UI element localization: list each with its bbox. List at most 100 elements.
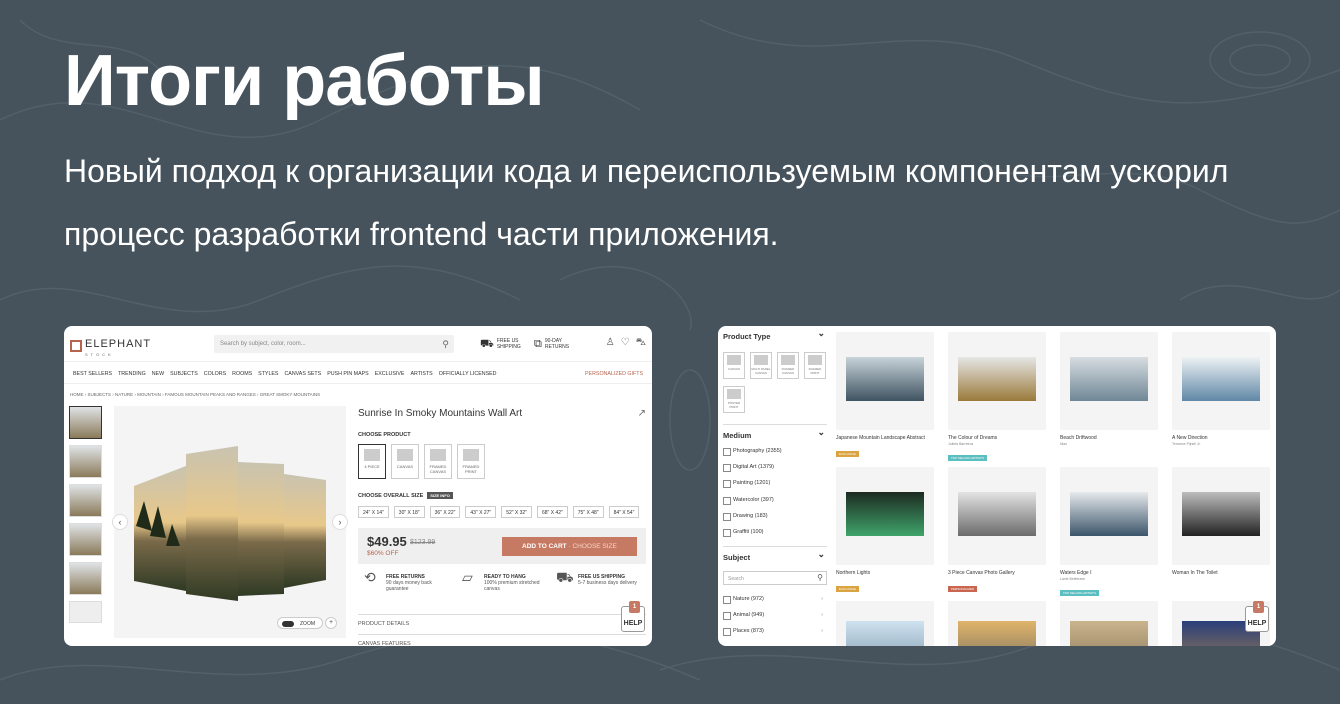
option-4-piece[interactable]: 4 PIECE	[358, 444, 386, 479]
medium-checkbox[interactable]: Painting (1201)	[723, 480, 827, 488]
product-card-title[interactable]: Beach Driftwood	[1060, 435, 1158, 441]
help-button[interactable]: 1 HELP	[621, 601, 645, 632]
option-framed-canvas[interactable]: FRAMED CANVAS	[424, 444, 452, 479]
help-button[interactable]: 1 HELP	[1245, 601, 1269, 632]
product-card[interactable]	[836, 601, 934, 646]
add-to-cart-button[interactable]: ADD TO CART · CHOOSE SIZE	[502, 537, 637, 556]
nav-item[interactable]: CANVAS SETS	[284, 371, 321, 377]
zoom-in-icon[interactable]: +	[325, 617, 337, 629]
nav-item[interactable]: BEST SELLERS	[73, 371, 112, 377]
thumbnail[interactable]	[69, 484, 102, 517]
search-icon[interactable]: ⚲	[817, 573, 823, 582]
subject-checkbox[interactable]: Animal (949) ›	[723, 612, 827, 620]
product-card-image[interactable]	[836, 332, 934, 430]
wishlist-icon[interactable]: ♡	[621, 337, 630, 350]
product-card-title[interactable]: A New Direction	[1172, 435, 1270, 441]
nav-item[interactable]: PUSH PIN MAPS	[327, 371, 369, 377]
medium-checkbox[interactable]: Graffiti (100)	[723, 529, 827, 537]
search-input[interactable]: Search by subject, color, room... ⚲	[214, 335, 454, 353]
nav-item[interactable]: TRENDING	[118, 371, 146, 377]
option-canvas[interactable]: CANVAS	[391, 444, 419, 479]
product-card[interactable]: Waters Edge I Lanie Belletrave TOP SELLING…	[1060, 467, 1158, 599]
type-canvas[interactable]: CANVAS	[723, 352, 745, 379]
product-card[interactable]	[948, 601, 1046, 646]
product-card-image[interactable]	[836, 601, 934, 646]
type-poster-print[interactable]: POSTER PRINT	[723, 386, 745, 413]
subject-search-input[interactable]: Search ⚲	[723, 571, 827, 585]
type-multi-panel[interactable]: MULTI PANEL CANVAS	[750, 352, 772, 379]
size-option[interactable]: 24" X 14"	[358, 506, 389, 518]
product-card-image[interactable]	[1172, 332, 1270, 430]
product-card[interactable]: Beach Driftwood Nian	[1060, 332, 1158, 446]
filter-product-type[interactable]: Product Type	[723, 326, 827, 341]
medium-checkbox[interactable]: Photography (2355)	[723, 448, 827, 456]
cart-icon[interactable]: ⛍	[636, 337, 646, 350]
product-card-image[interactable]	[948, 601, 1046, 646]
site-logo[interactable]: ELEPHANT STOCK	[70, 334, 151, 357]
nav-personalized-gifts[interactable]: PERSONALIZED GIFTS	[585, 371, 643, 377]
product-card-image[interactable]	[1060, 467, 1158, 565]
product-card-image[interactable]	[1172, 467, 1270, 565]
product-card-title[interactable]: Woman In The Toilet	[1172, 570, 1270, 576]
nav-item[interactable]: COLORS	[204, 371, 226, 377]
product-card-image[interactable]	[948, 467, 1046, 565]
share-icon[interactable]: ↗	[638, 408, 646, 419]
next-image-arrow-icon[interactable]: ›	[332, 514, 348, 530]
subject-checkbox[interactable]: Nature (972) ›	[723, 596, 827, 604]
account-icon[interactable]: ♙	[606, 337, 615, 350]
thumbnail[interactable]	[69, 523, 102, 556]
nav-item[interactable]: ARTISTS	[410, 371, 432, 377]
product-card-image[interactable]	[836, 467, 934, 565]
product-card-title[interactable]: Japanese Mountain Landscape Abstract	[836, 435, 934, 441]
medium-checkbox[interactable]: Watercolor (397)	[723, 497, 827, 505]
type-framed-print[interactable]: FRAMED PRINT	[804, 352, 826, 379]
product-card[interactable]: The Colour of Dreams Julieta Barreiros TOP…	[948, 332, 1046, 464]
filter-subject[interactable]: Subject	[723, 546, 827, 562]
medium-checkbox[interactable]: Drawing (183)	[723, 513, 827, 521]
thumbnail[interactable]	[69, 445, 102, 478]
breadcrumb[interactable]: HOME › SUBJECTS › NATURE › MOUNTAIN › FA…	[70, 392, 320, 397]
size-option[interactable]: 36" X 22"	[429, 506, 461, 518]
product-card-image[interactable]	[1060, 332, 1158, 430]
nav-item[interactable]: NEW	[152, 371, 164, 377]
size-option[interactable]: 84" X 54"	[608, 506, 640, 518]
product-card[interactable]: Northern Lights EXCLUSIVE	[836, 467, 934, 595]
product-card-title[interactable]: Waters Edge I	[1060, 570, 1158, 576]
prev-image-arrow-icon[interactable]: ‹	[112, 514, 128, 530]
search-icon[interactable]: ⚲	[442, 339, 449, 350]
size-option[interactable]: 75" X 48"	[572, 506, 604, 518]
medium-checkbox[interactable]: Digital Art (1379)	[723, 464, 827, 472]
nav-item[interactable]: ROOMS	[232, 371, 252, 377]
thumbnail[interactable]	[69, 601, 102, 623]
option-framed-print[interactable]: FRAMED PRINT	[457, 444, 485, 479]
type-framed-canvas[interactable]: FRAMED CANVAS	[777, 352, 799, 379]
nav-item[interactable]: OFFICIALLY LICENSED	[439, 371, 497, 377]
product-card-title[interactable]: 3 Piece Canvas Photo Gallery	[948, 570, 1046, 576]
size-option[interactable]: 52" X 32"	[501, 506, 532, 518]
product-card[interactable]	[1060, 601, 1158, 646]
accordion-product-details[interactable]: PRODUCT DETAILS	[358, 614, 646, 627]
product-card-image[interactable]	[1060, 601, 1158, 646]
size-info-button[interactable]: SIZE INFO	[427, 492, 453, 499]
zoom-toggle[interactable]: ZOOM	[277, 617, 323, 629]
subject-checkbox[interactable]: Places (873) ›	[723, 628, 827, 636]
product-card[interactable]: A New Direction Terrance Pijnell Jr.	[1172, 332, 1270, 446]
product-card[interactable]: Japanese Mountain Landscape Abstract EXCL…	[836, 332, 934, 460]
product-card-title[interactable]: The Colour of Dreams	[948, 435, 1046, 441]
size-option[interactable]: 43" X 27"	[465, 506, 497, 518]
size-option[interactable]: 68" X 42"	[536, 506, 568, 518]
product-card[interactable]: 3 Piece Canvas Photo Gallery PERSONALIZED	[948, 467, 1046, 595]
nav-item[interactable]: EXCLUSIVE	[375, 371, 405, 377]
canvas-art	[846, 357, 924, 401]
chevron-right-icon: ›	[821, 628, 823, 634]
nav-item[interactable]: STYLES	[258, 371, 278, 377]
product-card-image[interactable]	[948, 332, 1046, 430]
accordion-canvas-features[interactable]: CANVAS FEATURES	[358, 634, 646, 646]
thumbnail[interactable]	[69, 562, 102, 595]
product-card-title[interactable]: Northern Lights	[836, 570, 934, 576]
product-card[interactable]: Woman In The Toilet	[1172, 467, 1270, 577]
nav-item[interactable]: SUBJECTS	[170, 371, 198, 377]
filter-medium[interactable]: Medium	[723, 424, 827, 440]
size-option[interactable]: 30" X 18"	[393, 506, 425, 518]
thumbnail[interactable]	[69, 406, 102, 439]
